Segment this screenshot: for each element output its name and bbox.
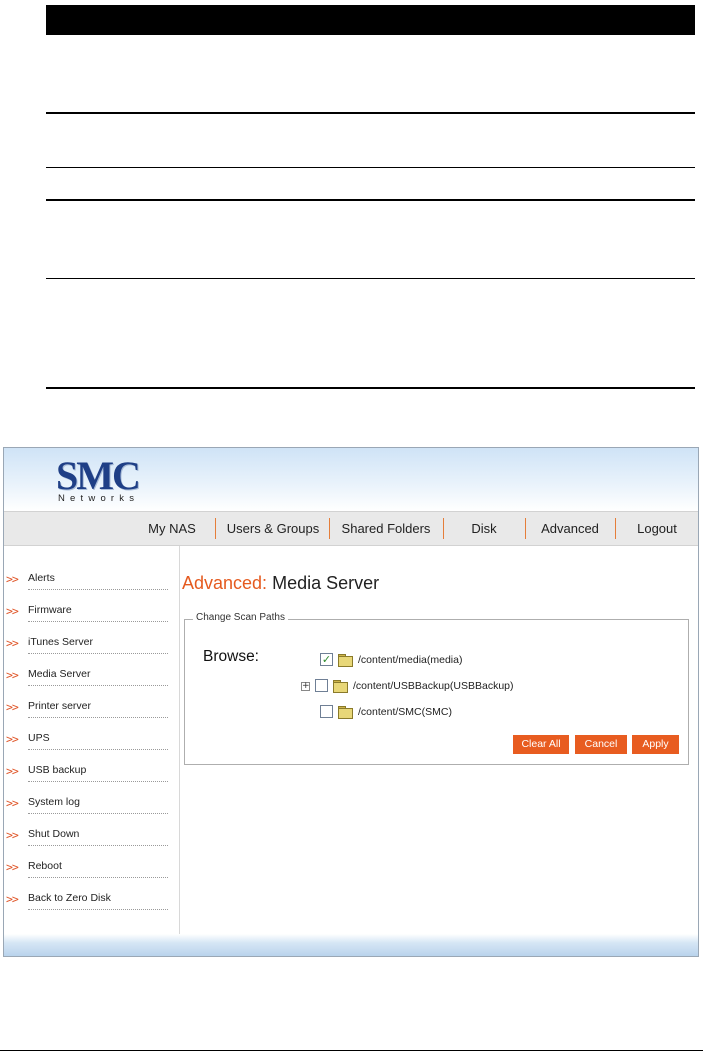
browse-label: Browse: xyxy=(203,648,259,665)
sidebar-item-label: iTunes Server xyxy=(28,636,93,648)
sidebar-item-label: Firmware xyxy=(28,604,72,616)
tree-row-smc: /content/SMC(SMC) xyxy=(320,705,620,723)
sidebar-item-printer-server[interactable]: >> Printer server xyxy=(4,692,172,724)
sidebar-item-alerts[interactable]: >> Alerts xyxy=(4,564,172,596)
smc-logo: SMC Networks xyxy=(56,454,160,506)
document-rule xyxy=(46,199,695,201)
page-title-name: Media Server xyxy=(272,573,380,593)
folder-icon xyxy=(338,706,353,719)
dotted-divider xyxy=(28,589,168,590)
sidebar-item-itunes-server[interactable]: >> iTunes Server xyxy=(4,628,172,660)
arrow-icon: >> xyxy=(6,572,19,586)
sidebar-item-shut-down[interactable]: >> Shut Down xyxy=(4,820,172,852)
sidebar-item-label: Printer server xyxy=(28,700,92,712)
sidebar-item-label: Back to Zero Disk xyxy=(28,892,111,904)
dotted-divider xyxy=(28,781,168,782)
expand-icon[interactable]: + xyxy=(301,682,310,691)
folder-icon xyxy=(333,680,348,693)
nav-users-groups[interactable]: Users & Groups xyxy=(218,512,328,545)
sidebar-item-usb-backup[interactable]: >> USB backup xyxy=(4,756,172,788)
path-checkbox-media[interactable]: ✓ xyxy=(320,653,333,666)
arrow-icon: >> xyxy=(6,636,19,650)
path-checkbox-smc[interactable] xyxy=(320,705,333,718)
arrow-icon: >> xyxy=(6,860,19,874)
group-legend: Change Scan Paths xyxy=(193,612,288,623)
path-checkbox-usbbackup[interactable] xyxy=(315,679,328,692)
sidebar-item-back-to-zero-disk[interactable]: >> Back to Zero Disk xyxy=(4,884,172,916)
footer-band xyxy=(4,934,698,956)
sidebar-item-reboot[interactable]: >> Reboot xyxy=(4,852,172,884)
document-rule xyxy=(46,278,695,279)
arrow-icon: >> xyxy=(6,700,19,714)
tree-row-usbbackup: + /content/USBBackup(USBBackup) xyxy=(299,679,629,697)
sidebar-item-label: USB backup xyxy=(28,764,87,776)
dotted-divider xyxy=(28,653,168,654)
path-label: /content/SMC(SMC) xyxy=(358,706,452,718)
logo-main-text: SMC xyxy=(56,453,141,498)
path-label: /content/USBBackup(USBBackup) xyxy=(353,680,514,692)
nav-advanced[interactable]: Advanced xyxy=(528,512,612,545)
cancel-button[interactable]: Cancel xyxy=(575,735,627,754)
sidebar-item-label: System log xyxy=(28,796,80,808)
dotted-divider xyxy=(28,749,168,750)
sidebar-item-system-log[interactable]: >> System log xyxy=(4,788,172,820)
arrow-icon: >> xyxy=(6,764,19,778)
arrow-icon: >> xyxy=(6,604,19,618)
nav-shared-folders[interactable]: Shared Folders xyxy=(332,512,440,545)
nas-admin-window: SMC Networks My NAS Users & Groups Share… xyxy=(3,447,699,957)
path-label: /content/media(media) xyxy=(358,654,463,666)
clear-all-button[interactable]: Clear All xyxy=(513,735,569,754)
sidebar-item-label: Alerts xyxy=(28,572,55,584)
change-scan-paths-group: Change Scan Paths Browse: ✓ /content/med… xyxy=(184,612,689,765)
sidebar-item-label: Media Server xyxy=(28,668,91,680)
document-rule xyxy=(46,112,695,114)
sidebar-item-label: Reboot xyxy=(28,860,62,872)
dotted-divider xyxy=(28,845,168,846)
nav-separator xyxy=(525,518,526,539)
nav-separator xyxy=(215,518,216,539)
arrow-icon: >> xyxy=(6,796,19,810)
dotted-divider xyxy=(28,813,168,814)
tree-row-media: ✓ /content/media(media) xyxy=(320,653,620,671)
arrow-icon: >> xyxy=(6,828,19,842)
document-footer-rule xyxy=(0,1050,703,1051)
nav-my-nas[interactable]: My NAS xyxy=(134,512,210,545)
page-title: Advanced: Media Server xyxy=(182,573,379,594)
sidebar-item-label: Shut Down xyxy=(28,828,80,840)
header-banner: SMC Networks xyxy=(4,448,698,511)
apply-button[interactable]: Apply xyxy=(632,735,679,754)
nav-separator xyxy=(443,518,444,539)
dotted-divider xyxy=(28,621,168,622)
nav-separator xyxy=(329,518,330,539)
nav-separator xyxy=(615,518,616,539)
sidebar-item-label: UPS xyxy=(28,732,50,744)
dotted-divider xyxy=(28,877,168,878)
sidebar-item-ups[interactable]: >> UPS xyxy=(4,724,172,756)
nav-logout[interactable]: Logout xyxy=(618,512,696,545)
dotted-divider xyxy=(28,909,168,910)
nav-disk[interactable]: Disk xyxy=(446,512,522,545)
arrow-icon: >> xyxy=(6,668,19,682)
sidebar-item-firmware[interactable]: >> Firmware xyxy=(4,596,172,628)
folder-icon xyxy=(338,654,353,667)
document-rule xyxy=(46,167,695,168)
top-nav: My NAS Users & Groups Shared Folders Dis… xyxy=(4,511,698,546)
page-title-section: Advanced: xyxy=(182,573,268,593)
document-header-bar xyxy=(46,5,695,35)
dotted-divider xyxy=(28,685,168,686)
sidebar-item-media-server[interactable]: >> Media Server xyxy=(4,660,172,692)
sidebar-menu: >> Alerts >> Firmware >> iTunes Server >… xyxy=(4,546,180,936)
document-rule xyxy=(46,387,695,389)
arrow-icon: >> xyxy=(6,732,19,746)
arrow-icon: >> xyxy=(6,892,19,906)
logo-sub-text: Networks xyxy=(58,493,140,504)
dotted-divider xyxy=(28,717,168,718)
